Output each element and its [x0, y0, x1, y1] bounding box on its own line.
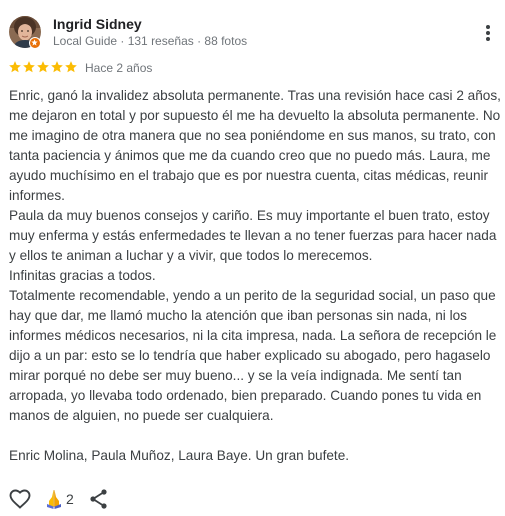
- star-icon: [23, 61, 35, 73]
- review-text: Enric, ganó la invalidez absoluta perman…: [9, 86, 501, 466]
- review-paragraph: Totalmente recomendable, yendo a un peri…: [9, 288, 497, 423]
- more-options-button[interactable]: [476, 20, 500, 46]
- heart-outline-icon: [9, 489, 31, 509]
- star-icon: [51, 61, 63, 73]
- reaction-folded-hands[interactable]: [44, 488, 64, 510]
- more-vertical-icon: [486, 25, 490, 29]
- reviewer-meta: Local Guide · 131 reseñas · 88 fotos: [53, 34, 248, 48]
- folded-hands-icon: [47, 490, 61, 509]
- star-icon: [65, 61, 77, 73]
- review-date: Hace 2 años: [85, 61, 153, 75]
- review-paragraph: Paula da muy buenos consejos y cariño. E…: [9, 208, 497, 263]
- like-button[interactable]: [8, 487, 32, 511]
- star-icon: [9, 61, 21, 73]
- share-icon: [90, 489, 107, 509]
- reaction-count: 2: [66, 491, 74, 507]
- reviewer-name[interactable]: Ingrid Sidney: [53, 15, 142, 33]
- review-paragraph: Enric, ganó la invalidez absoluta perman…: [9, 88, 501, 203]
- more-vertical-icon-dot: [486, 31, 490, 35]
- star-icon: [37, 61, 49, 73]
- review-card: Ingrid Sidney Local Guide · 131 reseñas …: [0, 0, 505, 516]
- star-rating: [8, 60, 78, 76]
- more-vertical-icon-dot: [486, 37, 490, 41]
- review-paragraph: Infinitas gracias a todos.: [9, 268, 156, 283]
- review-paragraph: Enric Molina, Paula Muñoz, Laura Baye. U…: [9, 448, 350, 463]
- review-blank-line: [9, 426, 501, 446]
- share-button[interactable]: [88, 487, 110, 511]
- local-guide-badge-icon: [29, 37, 41, 49]
